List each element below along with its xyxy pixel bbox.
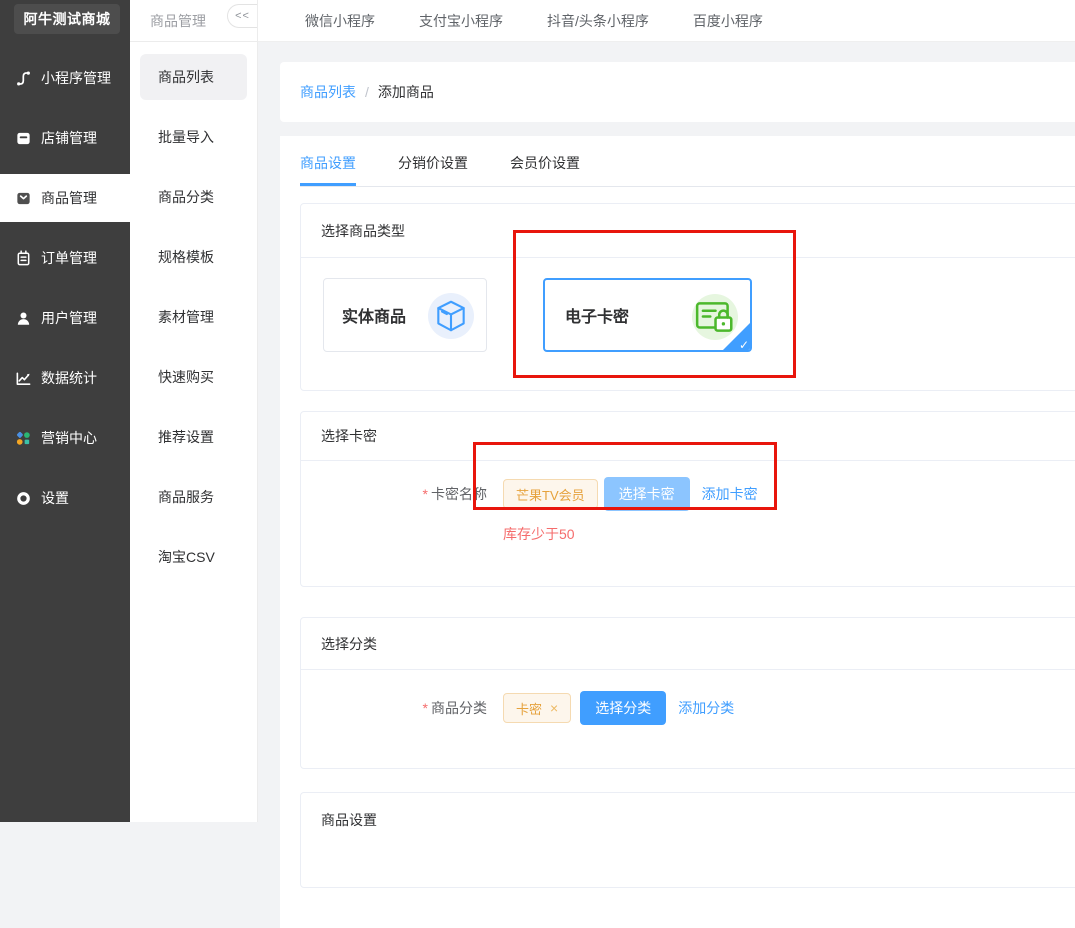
- secondary-sidebar-header: 商品管理 <<: [130, 0, 257, 42]
- required-mark: *: [423, 700, 428, 716]
- section-category: 选择分类 *商品分类 卡密× 选择分类 添加分类: [300, 617, 1075, 769]
- stock-warning-text: 库存少于50: [503, 524, 1064, 544]
- platform-tab-alipay[interactable]: 支付宝小程序: [419, 11, 503, 31]
- submenu-item-taobao-csv[interactable]: 淘宝CSV: [130, 527, 257, 587]
- select-category-button[interactable]: 选择分类: [580, 691, 666, 725]
- shop-icon: [15, 130, 32, 147]
- form-tab-bar: 商品设置 分销价设置 会员价设置: [300, 145, 1075, 187]
- collapse-sidebar-button[interactable]: <<: [227, 4, 257, 28]
- submenu-item-goods-list[interactable]: 商品列表: [140, 54, 247, 100]
- sidebar-item-label: 用户管理: [41, 308, 97, 328]
- submenu-item-quick-buy[interactable]: 快速购买: [130, 347, 257, 407]
- submenu-item-recommend[interactable]: 推荐设置: [130, 407, 257, 467]
- tab-distribution-price[interactable]: 分销价设置: [398, 145, 468, 186]
- card-name-label: *卡密名称: [301, 484, 487, 504]
- app-logo: 阿牛测试商城: [14, 4, 120, 34]
- top-platform-bar: 微信小程序 支付宝小程序 抖音/头条小程序 百度小程序: [258, 0, 1075, 42]
- box-icon: [428, 293, 474, 339]
- goods-icon: [15, 190, 32, 207]
- selected-card-tag: 芒果TV会员: [503, 479, 598, 509]
- add-card-link[interactable]: 添加卡密: [702, 484, 758, 504]
- check-icon: ✓: [739, 338, 749, 352]
- marketing-icon: [15, 430, 32, 447]
- section-product-type: 选择商品类型 实体商品 电子卡密 ✓: [300, 203, 1075, 391]
- goods-category-label: *商品分类: [301, 698, 487, 718]
- secondary-sidebar-title: 商品管理: [150, 11, 206, 31]
- sidebar-item-label: 数据统计: [41, 368, 97, 388]
- sidebar-item-label: 小程序管理: [41, 68, 111, 88]
- tab-member-price[interactable]: 会员价设置: [510, 145, 580, 186]
- submenu-item-batch-import[interactable]: 批量导入: [130, 107, 257, 167]
- selected-category-tag: 卡密×: [503, 693, 571, 723]
- platform-tab-douyin[interactable]: 抖音/头条小程序: [547, 11, 649, 31]
- breadcrumb-goods-list-link[interactable]: 商品列表: [300, 82, 356, 102]
- main-area: 商品列表 / 添加商品 商品设置 分销价设置 会员价设置 选择商品类型 实体商品…: [258, 42, 1075, 822]
- product-type-label: 电子卡密: [565, 303, 629, 327]
- breadcrumb-separator: /: [365, 84, 369, 100]
- tab-goods-settings[interactable]: 商品设置: [300, 145, 356, 186]
- product-type-ecard-card[interactable]: 电子卡密 ✓: [543, 278, 752, 352]
- section-title: 选择卡密: [301, 412, 1075, 461]
- breadcrumb-current-page: 添加商品: [378, 82, 434, 102]
- sidebar-item-orders[interactable]: 订单管理: [0, 228, 130, 288]
- sidebar-item-label: 商品管理: [41, 188, 97, 208]
- stats-icon: [15, 370, 32, 387]
- sidebar-item-marketing[interactable]: 营销中心: [0, 408, 130, 468]
- platform-tab-baidu[interactable]: 百度小程序: [693, 11, 763, 31]
- platform-tab-wechat[interactable]: 微信小程序: [305, 11, 375, 31]
- product-type-label: 实体商品: [342, 303, 406, 327]
- user-icon: [15, 310, 32, 327]
- add-goods-form: 商品设置 分销价设置 会员价设置 选择商品类型 实体商品 电子卡密: [280, 136, 1075, 928]
- order-icon: [15, 250, 32, 267]
- section-card-select: 选择卡密 *卡密名称 芒果TV会员 选择卡密 添加卡密 库存少于50: [300, 411, 1075, 587]
- sidebar-item-miniprogram[interactable]: 小程序管理: [0, 48, 130, 108]
- breadcrumb: 商品列表 / 添加商品: [280, 62, 1075, 122]
- sidebar-item-label: 设置: [41, 488, 69, 508]
- section-goods-settings: 商品设置: [300, 792, 1075, 888]
- miniprogram-icon: [15, 70, 32, 87]
- sidebar-item-shop[interactable]: 店铺管理: [0, 108, 130, 168]
- sidebar-item-label: 订单管理: [41, 248, 97, 268]
- primary-nav: 小程序管理 店铺管理 商品管理 订单管理 用户管理: [0, 48, 130, 528]
- add-category-link[interactable]: 添加分类: [678, 698, 734, 718]
- primary-sidebar: 阿牛测试商城 小程序管理 店铺管理 商品管理 订单管理: [0, 0, 130, 822]
- product-type-physical-card[interactable]: 实体商品: [323, 278, 487, 352]
- sidebar-item-settings[interactable]: 设置: [0, 468, 130, 528]
- goods-category-row: *商品分类 卡密× 选择分类 添加分类: [301, 691, 1064, 725]
- sidebar-item-label: 店铺管理: [41, 128, 97, 148]
- select-card-button[interactable]: 选择卡密: [604, 477, 690, 511]
- submenu-item-spec-template[interactable]: 规格模板: [130, 227, 257, 287]
- secondary-nav: 商品列表 批量导入 商品分类 规格模板 素材管理 快速购买 推荐设置 商品服务 …: [130, 42, 257, 587]
- card-name-row: *卡密名称 芒果TV会员 选择卡密 添加卡密: [301, 477, 1064, 511]
- submenu-item-goods-category[interactable]: 商品分类: [130, 167, 257, 227]
- section-title: 商品设置: [301, 793, 1075, 847]
- settings-icon: [15, 490, 32, 507]
- section-title: 选择分类: [301, 618, 1075, 670]
- sidebar-item-label: 营销中心: [41, 428, 97, 448]
- submenu-item-material[interactable]: 素材管理: [130, 287, 257, 347]
- sidebar-item-stats[interactable]: 数据统计: [0, 348, 130, 408]
- required-mark: *: [423, 486, 428, 502]
- submenu-item-goods-service[interactable]: 商品服务: [130, 467, 257, 527]
- secondary-sidebar: 商品管理 << 商品列表 批量导入 商品分类 规格模板 素材管理 快速购买 推荐…: [130, 0, 258, 822]
- sidebar-item-goods[interactable]: 商品管理: [0, 174, 130, 222]
- remove-tag-icon[interactable]: ×: [550, 701, 558, 715]
- sidebar-item-users[interactable]: 用户管理: [0, 288, 130, 348]
- section-title: 选择商品类型: [301, 204, 1075, 258]
- product-type-options: 实体商品 电子卡密 ✓: [301, 258, 1075, 390]
